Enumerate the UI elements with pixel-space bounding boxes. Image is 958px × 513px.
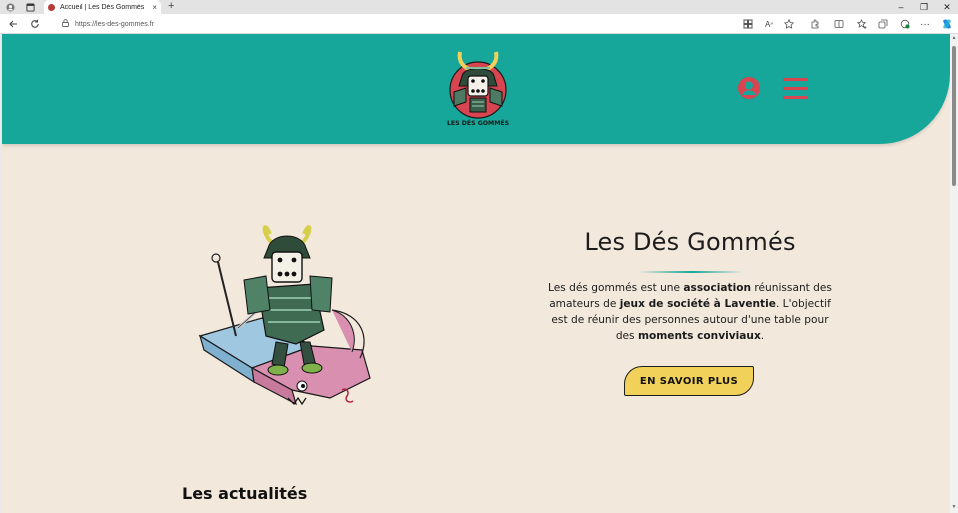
back-icon[interactable] xyxy=(6,17,20,31)
hero-description: Les dés gommés est une association réuni… xyxy=(547,280,833,344)
favorites-icon[interactable] xyxy=(855,17,869,31)
browser-tab-active[interactable]: Accueil | Les Dés Gommés × xyxy=(44,0,161,14)
url-text: https://les-des-gommes.fr xyxy=(75,20,154,28)
hamburger-menu-button[interactable] xyxy=(783,76,808,100)
read-aloud-icon[interactable]: A» xyxy=(762,17,776,31)
scrollbar-thumb[interactable] xyxy=(952,46,956,186)
tab-title: Accueil | Les Dés Gommés xyxy=(60,3,145,11)
user-icon xyxy=(738,77,760,99)
app-available-icon[interactable] xyxy=(741,17,755,31)
hero-text-part: Les dés gommés est une xyxy=(548,282,684,294)
close-window-button[interactable]: ✕ xyxy=(936,0,958,14)
hero-text-bold: jeux de société à Laventie xyxy=(619,298,776,310)
hamburger-icon xyxy=(783,96,808,99)
page-scrollbar[interactable]: ▲ ▼ xyxy=(950,34,958,513)
page-viewport: LES DÉS GOMMÉS Les Dés Gommés Les dés go… xyxy=(2,34,950,513)
collections-icon[interactable] xyxy=(876,17,890,31)
news-section-title: Les actualités xyxy=(182,484,308,503)
browser-essentials-icon[interactable] xyxy=(898,17,912,31)
address-bar[interactable]: https://les-des-gommes.fr xyxy=(56,16,796,32)
site-header: LES DÉS GOMMÉS xyxy=(2,34,950,144)
hamburger-icon xyxy=(783,78,808,81)
hero-text-part: . xyxy=(760,330,765,342)
profile-icon[interactable] xyxy=(4,0,16,14)
samurai-eraser-illustration xyxy=(198,225,371,406)
tabs-icon[interactable] xyxy=(24,0,36,14)
logo-text: LES DÉS GOMMÉS xyxy=(447,118,509,127)
title-divider xyxy=(638,271,744,273)
hero-title: Les Dés Gommés xyxy=(584,228,796,256)
user-account-button[interactable] xyxy=(737,76,761,100)
reload-icon[interactable] xyxy=(28,17,42,31)
hero-text-bold: association xyxy=(683,282,752,294)
learn-more-button[interactable]: EN SAVOIR PLUS xyxy=(624,366,754,396)
hero-text-bold: moments conviviaux xyxy=(637,330,761,342)
scroll-down-icon[interactable]: ▼ xyxy=(951,504,957,510)
more-options-icon[interactable]: ··· xyxy=(918,17,932,31)
hamburger-icon xyxy=(783,87,808,90)
browser-toolbar: https://les-des-gommes.fr A» ··· xyxy=(0,14,958,34)
site-favicon-icon xyxy=(48,3,55,11)
copilot-icon[interactable] xyxy=(940,17,954,31)
browser-tab-bar: Accueil | Les Dés Gommés × + – ❐ ✕ xyxy=(0,0,958,14)
tab-close-icon[interactable]: × xyxy=(152,3,157,12)
minimize-button[interactable]: – xyxy=(890,0,912,14)
maximize-button[interactable]: ❐ xyxy=(913,0,935,14)
lock-icon[interactable] xyxy=(62,19,69,29)
add-favorite-icon[interactable] xyxy=(782,17,796,31)
scroll-up-icon[interactable]: ▲ xyxy=(951,35,957,41)
split-screen-icon[interactable] xyxy=(832,17,846,31)
extension-icon[interactable] xyxy=(808,17,822,31)
new-tab-button[interactable]: + xyxy=(168,0,174,14)
site-logo-icon[interactable]: LES DÉS GOMMÉS xyxy=(436,46,520,130)
